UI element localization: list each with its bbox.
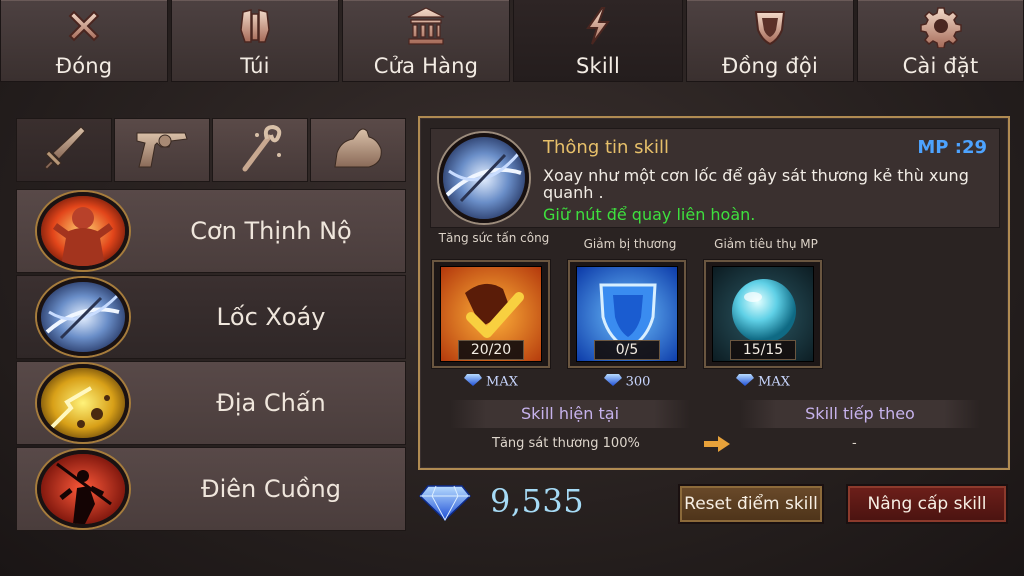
upgrade-attack[interactable]: 20/20	[432, 260, 550, 368]
staff-icon	[233, 121, 287, 179]
skill-name: Lốc Xoáy	[216, 303, 326, 331]
current-skill-header: Skill hiện tại	[450, 400, 690, 428]
whirlwind-icon	[439, 133, 529, 223]
tab-close[interactable]: Đóng	[0, 0, 168, 82]
tab-label: Túi	[240, 54, 270, 78]
skill-name: Địa Chấn	[216, 389, 326, 417]
rage-icon	[37, 192, 129, 270]
current-skill-value: Tăng sát thương 100%	[492, 436, 640, 451]
tab-skill[interactable]: Skill	[513, 0, 683, 82]
skill-info-box: Thông tin skill MP :29 Xoay như một cơn …	[430, 128, 1000, 228]
skill-name: Cơn Thịnh Nộ	[190, 217, 352, 245]
tab-shop[interactable]: Cửa Hàng	[342, 0, 510, 82]
tab-label: Cửa Hàng	[373, 54, 479, 78]
skill-info-title: Thông tin skill	[543, 137, 669, 158]
tab-bag[interactable]: Túi	[171, 0, 339, 82]
shop-icon	[404, 4, 448, 48]
upgrade-mp[interactable]: 15/15	[704, 260, 822, 368]
upgrade-cost: MAX	[432, 374, 550, 390]
skill-item-rage[interactable]: Cơn Thịnh Nộ	[16, 189, 406, 273]
close-icon	[62, 4, 106, 48]
revolver-icon	[131, 123, 193, 177]
skill-name: Điên Cuồng	[201, 475, 341, 503]
weapon-tab-fist[interactable]	[310, 118, 406, 182]
upgrade-label: Tăng sức tấn công	[438, 231, 550, 245]
next-skill-header: Skill tiếp theo	[740, 400, 980, 428]
skill-info-panel: Thông tin skill MP :29 Xoay như một cơn …	[418, 116, 1010, 470]
upgrade-count: 20/20	[458, 340, 524, 360]
upgrade-cost: MAX	[704, 374, 822, 390]
tab-label: Đóng	[55, 54, 113, 78]
upgrade-cost-value: MAX	[486, 374, 518, 390]
earthquake-icon	[37, 364, 129, 442]
upgrade-label: Giảm bị thương	[583, 237, 677, 251]
upgrade-cost: 300	[568, 374, 686, 390]
upgrade-cost-value: 300	[625, 374, 651, 390]
skill-item-whirlwind[interactable]: Lốc Xoáy	[16, 275, 406, 359]
next-skill-value: -	[852, 436, 857, 451]
weapon-tab-gun[interactable]	[114, 118, 210, 182]
upgrade-label: Giảm tiêu thụ MP	[714, 237, 818, 251]
upgrade-count: 15/15	[730, 340, 796, 360]
skill-hint: Giữ nút để quay liên hoàn.	[543, 205, 756, 224]
shield-icon	[748, 4, 792, 48]
muscle-icon	[329, 123, 387, 177]
upgrade-skill-button[interactable]: Nâng cấp skill	[846, 484, 1008, 524]
gear-icon	[919, 4, 963, 48]
sword-icon	[37, 121, 91, 179]
frenzy-icon	[37, 450, 129, 528]
top-navigation: Đóng Túi Cửa Hàng Skill Đồng đội Cài đặt	[0, 0, 1024, 84]
upgrade-cost-value: MAX	[758, 374, 790, 390]
tab-team[interactable]: Đồng đội	[686, 0, 854, 82]
arrow-right-icon	[704, 436, 730, 456]
tab-label: Skill	[576, 54, 620, 78]
lightning-icon	[576, 4, 620, 48]
upgrade-count: 0/5	[594, 340, 660, 360]
gem-balance: 9,535	[490, 482, 585, 520]
diamond-icon	[603, 374, 622, 390]
upgrade-defense[interactable]: 0/5	[568, 260, 686, 368]
tab-settings[interactable]: Cài đặt	[857, 0, 1024, 82]
diamond-icon	[736, 374, 755, 390]
skill-description: Xoay như một cơn lốc để gây sát thương k…	[543, 166, 969, 202]
diamond-icon	[464, 374, 483, 390]
diamond-icon	[418, 482, 472, 526]
mp-cost: MP :29	[917, 137, 987, 158]
reset-skill-button[interactable]: Reset điểm skill	[678, 484, 824, 524]
tab-label: Đồng đội	[721, 54, 819, 78]
skill-item-frenzy[interactable]: Điên Cuồng	[16, 447, 406, 531]
whirlwind-icon	[37, 278, 129, 356]
skill-item-earthquake[interactable]: Địa Chấn	[16, 361, 406, 445]
armor-icon	[233, 4, 277, 48]
weapon-tab-sword[interactable]	[16, 118, 112, 182]
weapon-tab-staff[interactable]	[212, 118, 308, 182]
tab-label: Cài đặt	[902, 54, 979, 78]
